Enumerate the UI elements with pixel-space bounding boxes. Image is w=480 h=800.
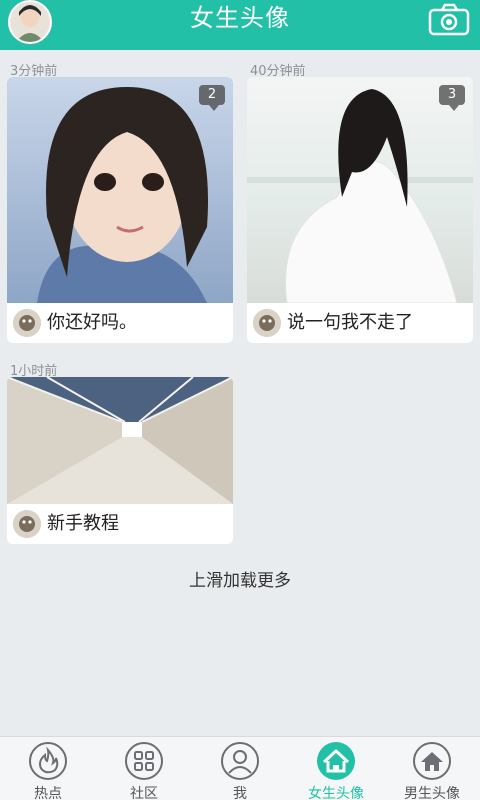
camera-button[interactable] [428,2,472,36]
tab-hot[interactable]: 热点 [0,737,96,800]
bottom-tab-bar: 热点 社区 我 女生头像 男生头像 [0,736,480,800]
comment-count-badge: 3 [439,85,465,111]
tab-label: 社区 [130,786,158,800]
author-avatar-icon [13,510,41,538]
tab-label: 我 [233,786,247,800]
post-caption: 你还好吗。 [47,312,137,333]
post-photo [7,77,233,303]
post-card[interactable]: 新手教程 [7,377,233,544]
author-avatar-icon [13,309,41,337]
tab-boys-avatar[interactable]: 男生头像 [384,737,480,800]
post-caption: 新手教程 [47,513,119,534]
author-avatar[interactable] [13,510,41,538]
home-icon [413,742,451,780]
post-photo [247,77,473,303]
grid-icon [125,742,163,780]
author-avatar[interactable] [253,309,281,337]
tab-label: 女生头像 [308,786,364,800]
person-icon [221,742,259,780]
tab-label: 热点 [34,786,62,800]
post-card[interactable]: 2 你还好吗。 [7,77,233,343]
tab-community[interactable]: 社区 [96,737,192,800]
post-footer: 你还好吗。 [7,303,233,343]
post-photo [7,377,233,504]
author-avatar[interactable] [13,309,41,337]
camera-icon [428,3,470,36]
page-title: 女生头像 [190,4,290,32]
author-avatar-icon [253,309,281,337]
load-more-hint: 上滑加载更多 [189,571,291,591]
post-card[interactable]: 3 说一句我不走了 [247,77,473,343]
home-icon [317,742,355,780]
post-footer: 说一句我不走了 [247,303,473,343]
fire-icon [29,742,67,780]
top-bar: 女生头像 [0,0,480,50]
comment-count-badge: 2 [199,85,225,111]
tab-girls-avatar[interactable]: 女生头像 [288,737,384,800]
post-caption: 说一句我不走了 [287,312,413,333]
post-footer: 新手教程 [7,504,233,544]
tab-me[interactable]: 我 [192,737,288,800]
tab-label: 男生头像 [404,786,460,800]
